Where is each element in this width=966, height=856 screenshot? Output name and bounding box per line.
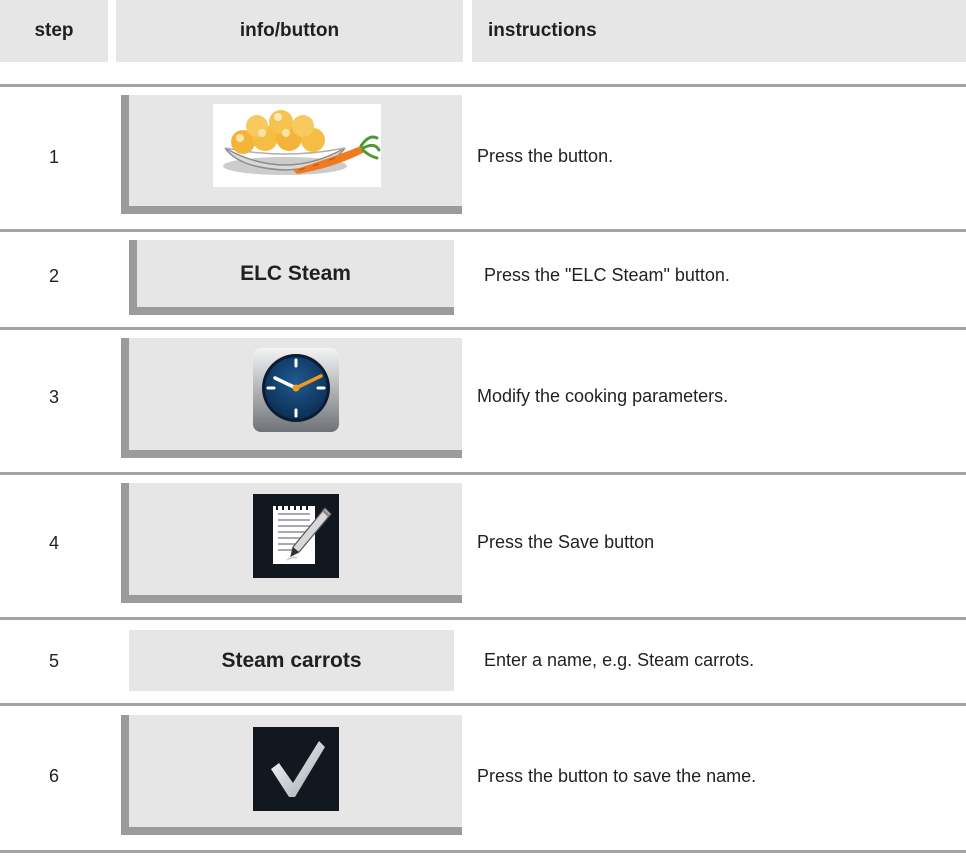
instruction-text: Modify the cooking parameters. — [477, 386, 729, 406]
button-label: ELC Steam — [240, 261, 351, 285]
step-number: 1 — [48, 147, 59, 167]
instruction-text: Press the button to save the name. — [477, 766, 757, 786]
step-number: 6 — [48, 766, 59, 786]
header-step: step — [0, 0, 108, 62]
separator — [0, 327, 966, 330]
header-instructions: instructions — [472, 0, 966, 62]
header-info-button: info/button — [116, 0, 463, 62]
name-field-value: Steam carrots — [221, 648, 362, 672]
edit-note-icon — [253, 494, 339, 578]
cooking-parameters-button[interactable] — [121, 338, 462, 458]
save-button[interactable] — [121, 483, 462, 603]
elc-steam-button[interactable]: ELC Steam — [129, 240, 454, 315]
vegetables-icon — [213, 104, 381, 187]
step-number: 4 — [48, 533, 59, 553]
instruction-text: Enter a name, e.g. Steam carrots. — [484, 650, 755, 670]
step-number: 5 — [48, 651, 59, 671]
confirm-name-button[interactable] — [121, 715, 462, 835]
clock-icon — [253, 348, 339, 432]
checkmark-icon — [253, 727, 339, 811]
separator — [0, 229, 966, 232]
separator — [0, 850, 966, 853]
instruction-text: Press the "ELC Steam" button. — [484, 265, 730, 285]
separator — [0, 703, 966, 706]
step-number: 3 — [48, 387, 59, 407]
step-number: 2 — [48, 266, 59, 286]
instruction-text: Press the Save button — [477, 532, 655, 552]
separator — [0, 617, 966, 620]
separator — [0, 84, 966, 87]
vegetables-button[interactable] — [121, 95, 462, 214]
separator — [0, 472, 966, 475]
name-field[interactable]: Steam carrots — [129, 630, 454, 691]
instruction-text: Press the button. — [477, 146, 614, 166]
